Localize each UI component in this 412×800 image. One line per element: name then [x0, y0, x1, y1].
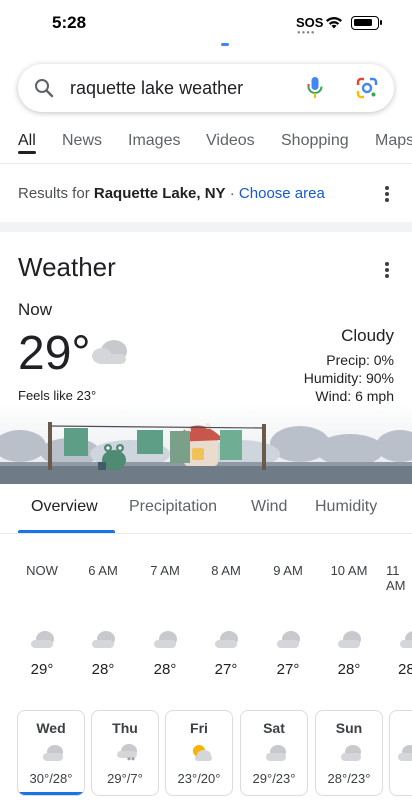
tab-maps[interactable]: Maps	[375, 132, 412, 150]
cloud-icon	[341, 745, 361, 761]
svg-text:**: **	[127, 756, 135, 763]
status-bar: 5:28 SOS ●●●●	[0, 0, 412, 46]
tab-precipitation[interactable]: Precipitation	[129, 498, 217, 516]
day-temps: 30°/28°	[29, 771, 73, 786]
precip-text: Precip: 0%	[326, 352, 394, 368]
cloud-icon	[215, 631, 238, 648]
wifi-icon	[326, 16, 342, 29]
cloud-icon	[92, 340, 127, 364]
day-name: Sat	[263, 720, 285, 736]
weather-illustration	[0, 404, 412, 484]
condition-text: Cloudy	[341, 326, 394, 345]
feels-like: Feels like 23°	[18, 388, 97, 403]
tab-videos[interactable]: Videos	[206, 132, 255, 150]
day-card-fri[interactable]: Fri 23°/20°	[165, 710, 233, 796]
cloud-icon	[398, 745, 412, 761]
hour-label: 10 AM	[330, 563, 368, 578]
cloud-icon	[400, 631, 412, 648]
day-temps: 29°/7°	[107, 771, 143, 786]
day-card-sun[interactable]: Sun 28°/23°	[315, 710, 383, 796]
wind-text: Wind: 6 mph	[315, 388, 394, 404]
now-label: Now	[18, 300, 53, 319]
results-for-prefix: Results for	[18, 185, 94, 202]
day-card-partial[interactable]	[389, 710, 412, 796]
hour-temp: 28°	[153, 661, 177, 678]
results-for-separator: ·	[225, 185, 239, 202]
cloud-icon	[266, 745, 286, 761]
active-segment-indicator	[18, 530, 115, 533]
tab-images[interactable]: Images	[128, 132, 180, 150]
search-input[interactable]: raquette lake weather	[70, 78, 243, 99]
results-more-options-icon[interactable]	[385, 186, 389, 202]
weather-segment-tabs: Overview Precipitation Wind Humidity	[0, 486, 412, 534]
tab-shopping[interactable]: Shopping	[281, 132, 349, 150]
weather-more-options-icon[interactable]	[385, 262, 389, 278]
hour-label: 7 AM	[150, 563, 180, 578]
hour-temp: 27°	[276, 661, 300, 678]
weather-title: Weather	[18, 252, 116, 282]
results-for-line: Results for Raquette Lake, NY · Choose a…	[18, 185, 325, 202]
day-card-thu[interactable]: Thu ** 29°/7°	[91, 710, 159, 796]
day-name: Fri	[190, 720, 208, 736]
choose-area-link[interactable]: Choose area	[239, 185, 325, 202]
google-lens-icon[interactable]	[356, 77, 378, 99]
hour-temp: 29°	[30, 661, 54, 678]
day-name: Wed	[36, 720, 66, 736]
hour-label: 9 AM	[273, 563, 303, 578]
hour-temp: 28°	[398, 661, 412, 678]
search-box[interactable]: raquette lake weather	[18, 64, 394, 112]
signal-dots-icon: ●●●●	[297, 30, 316, 36]
day-temps: 29°/23°	[252, 771, 296, 786]
tab-wind[interactable]: Wind	[251, 498, 287, 516]
tab-news[interactable]: News	[62, 132, 102, 150]
day-card-wed[interactable]: Wed 30°/28°	[17, 710, 85, 796]
partly-sunny-icon	[193, 745, 212, 761]
hour-temp: 28°	[91, 661, 115, 678]
snow-cloud-icon: **	[117, 744, 137, 763]
cloud-icon	[43, 745, 63, 761]
current-temperature: 29°	[18, 327, 91, 380]
status-time: 5:28	[52, 13, 87, 32]
day-card-sat[interactable]: Sat 29°/23°	[240, 710, 308, 796]
cloud-icon	[277, 631, 300, 648]
microphone-icon[interactable]	[305, 76, 325, 100]
sos-indicator: SOS	[296, 15, 324, 30]
humidity-text: Humidity: 90%	[303, 370, 394, 386]
cloud-icon	[154, 631, 177, 648]
tab-overview[interactable]: Overview	[31, 498, 98, 516]
hour-label: 11 AM	[386, 563, 406, 593]
day-temps: 28°/23°	[327, 771, 371, 786]
battery-icon	[351, 16, 382, 30]
results-for-place: Raquette Lake, NY	[93, 185, 226, 202]
search-tabs: All News Images Videos Shopping Maps	[0, 126, 412, 164]
hour-label: NOW	[26, 563, 58, 578]
active-tab-indicator	[18, 151, 36, 154]
section-divider	[0, 222, 412, 232]
day-name: Thu	[112, 720, 138, 736]
cloud-icon	[92, 631, 115, 648]
search-icon[interactable]	[34, 78, 54, 98]
cloud-icon	[338, 631, 361, 648]
tab-all[interactable]: All	[18, 132, 36, 150]
day-temps: 23°/20°	[177, 771, 221, 786]
hour-temp: 28°	[337, 661, 361, 678]
tab-humidity[interactable]: Humidity	[315, 498, 377, 516]
cloud-icon	[31, 631, 54, 648]
hour-label: 8 AM	[211, 563, 241, 578]
pull-indicator	[221, 43, 229, 46]
hour-temp: 27°	[214, 661, 238, 678]
day-name: Sun	[335, 720, 363, 736]
hour-label: 6 AM	[88, 563, 118, 578]
